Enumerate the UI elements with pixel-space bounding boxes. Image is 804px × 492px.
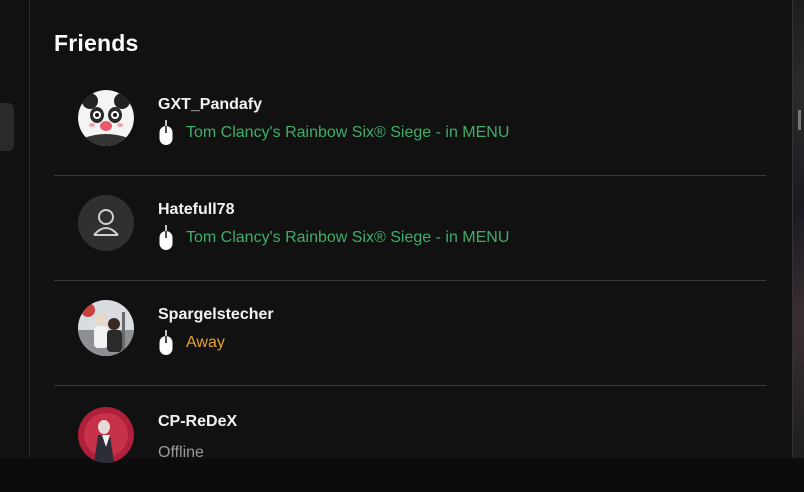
friend-avatar[interactable]: [78, 300, 134, 356]
friend-status-row: Offline: [158, 440, 204, 466]
friend-status-row: Tom Clancy's Rainbow Six® Siege - in MEN…: [158, 225, 509, 251]
friend-name: Hatefull78: [158, 201, 235, 218]
friend-avatar[interactable]: [78, 195, 134, 251]
friend-status-text: Tom Clancy's Rainbow Six® Siege - in MEN…: [186, 229, 510, 246]
friend-name: CP-ReDeX: [158, 413, 238, 430]
sidebar-tab-handle[interactable]: [0, 103, 14, 151]
friend-status-text: Tom Clancy's Rainbow Six® Siege - in MEN…: [186, 124, 510, 141]
left-sidebar: [0, 0, 30, 458]
friend-status-row: Tom Clancy's Rainbow Six® Siege - in MEN…: [158, 120, 509, 146]
friends-panel: Friends GXT_Pandafy Tom Clancy's Rainbow…: [30, 0, 792, 463]
edge-marker: [798, 110, 801, 130]
friend-list-item[interactable]: CP-ReDeX Offline: [54, 388, 766, 492]
background-window-edge: [792, 0, 804, 458]
friend-status-text: Away: [186, 334, 225, 351]
friend-avatar[interactable]: [78, 90, 134, 146]
friend-list-item[interactable]: Hatefull78 Tom Clancy's Rainbow Six® Sie…: [54, 176, 766, 281]
default-user-avatar-icon: [78, 195, 134, 251]
friend-status-text: Offline: [158, 444, 204, 461]
friend-avatar[interactable]: [78, 407, 134, 463]
panda-avatar-icon: [78, 90, 134, 146]
mouse-icon: [159, 330, 173, 355]
mouse-icon: [159, 225, 173, 250]
friend-name: Spargelstecher: [158, 306, 274, 323]
friend-list-item[interactable]: GXT_Pandafy Tom Clancy's Rainbow Six® Si…: [54, 71, 766, 176]
friends-heading: Friends: [54, 30, 139, 56]
friend-list-item[interactable]: Spargelstecher Away: [54, 281, 766, 386]
friend-status-row: Away: [158, 330, 225, 356]
photo-avatar-icon: [78, 300, 134, 356]
mouse-icon: [159, 120, 173, 145]
friend-name: GXT_Pandafy: [158, 96, 263, 113]
character-avatar-icon: [78, 407, 134, 463]
